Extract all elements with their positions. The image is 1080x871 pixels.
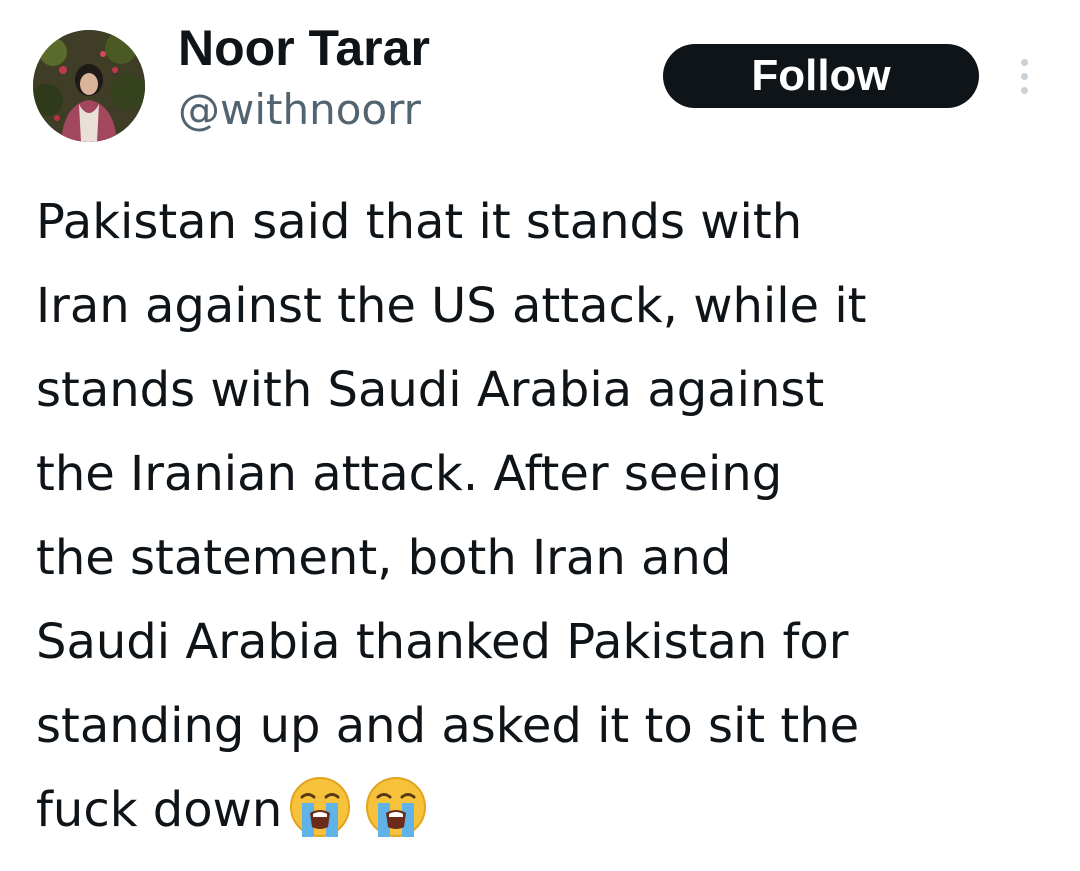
tweet-text-line: the statement, both Iran and [36,530,732,586]
tweet-text-line: stands with Saudi Arabia against [36,362,825,418]
tweet-text: Pakistan said that it stands with Iran a… [36,180,1046,852]
more-options-dot [1020,86,1028,94]
tweet-text-line: Iran against the US attack, while it [36,278,867,334]
tweet-text-line: the Iranian attack. After seeing [36,446,783,502]
tweet-text-last-line: fuck down [36,768,1046,852]
tweet-text-line: Saudi Arabia thanked Pakistan for [36,614,849,670]
author-display-name[interactable]: Noor Tarar [178,18,430,78]
more-options-dot [1020,72,1028,80]
tweet-card: Noor Tarar @withnoorr Follow Pakistan sa… [0,0,1080,871]
more-options-dot [1020,58,1028,66]
tweet-text-line: fuck down [36,782,283,838]
more-options-icon[interactable] [1010,52,1038,100]
avatar-photo-icon [33,30,145,142]
loudly-crying-face-emoji-icon [364,775,428,839]
tweet-text-line: standing up and asked it to sit the [36,698,860,754]
loudly-crying-face-emoji-icon [288,775,352,839]
author-handle[interactable]: @withnoorr [178,84,421,136]
tweet-text-line: Pakistan said that it stands with [36,194,803,250]
author-avatar[interactable] [33,30,145,142]
follow-button[interactable]: Follow [663,44,979,108]
